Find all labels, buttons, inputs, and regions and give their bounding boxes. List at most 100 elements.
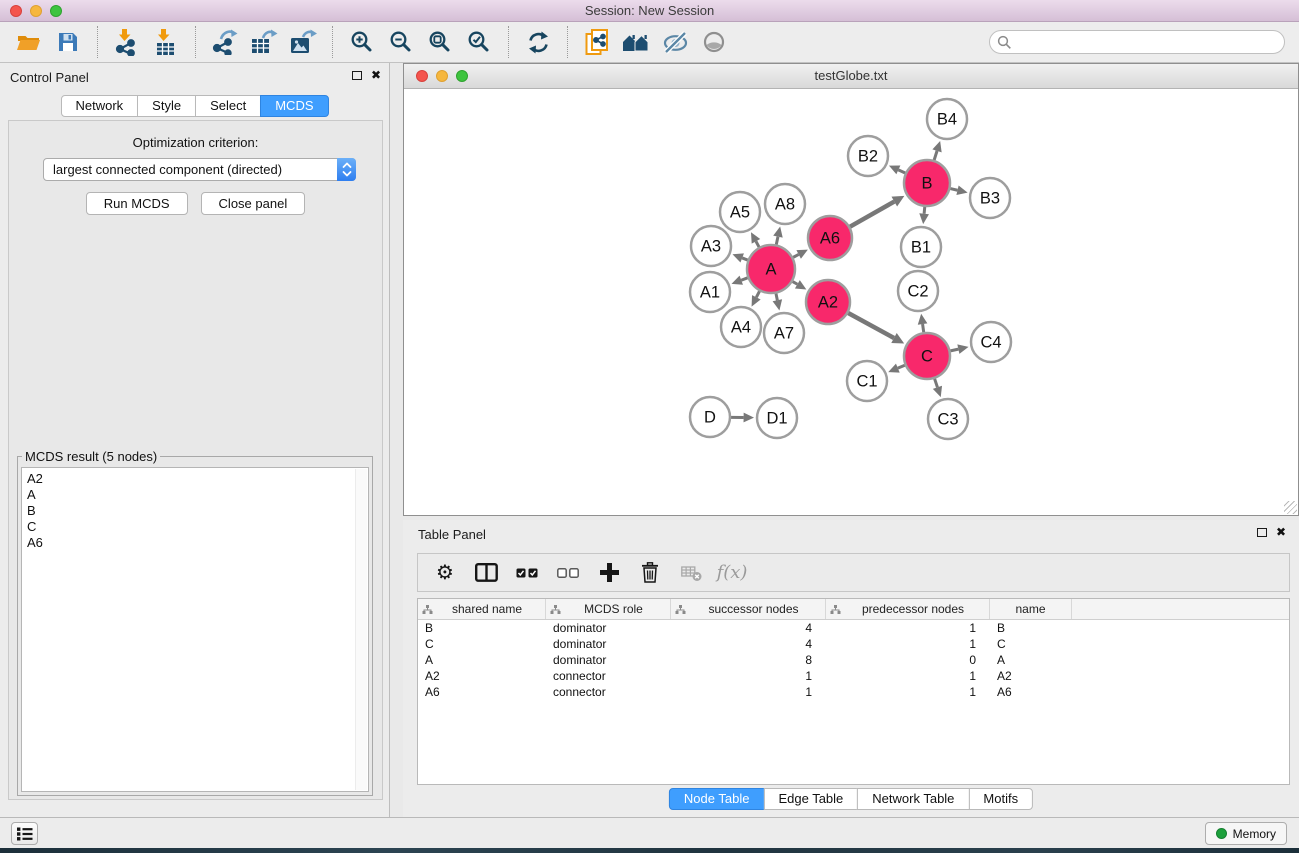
close-table-panel-icon[interactable]: ✖	[1276, 526, 1286, 538]
graph-edge-A-A6[interactable]	[793, 254, 799, 257]
tab-edge-table[interactable]: Edge Table	[763, 788, 858, 810]
table-cell[interactable]: A	[990, 652, 1072, 668]
network-window-titlebar[interactable]: testGlobe.txt	[404, 64, 1298, 89]
graph-edge-B-B2[interactable]	[898, 170, 905, 173]
table-row[interactable]: Bdominator41B	[418, 620, 1289, 636]
table-cell[interactable]: 1	[826, 684, 990, 700]
graph-edge-A-A8[interactable]	[776, 237, 778, 245]
mcds-result-item[interactable]: A2	[27, 471, 368, 487]
close-window-button[interactable]	[10, 5, 22, 17]
memory-button[interactable]: Memory	[1205, 822, 1287, 845]
graph-edge-C-C1[interactable]	[898, 365, 905, 368]
tab-network-table[interactable]: Network Table	[857, 788, 969, 810]
network-graph[interactable]: B4B2BB3B1A5A8A3A6AA1C2A4A7A2CC4C1C3DD1	[404, 89, 1298, 515]
graph-edge-B-B3[interactable]	[950, 189, 957, 191]
table-row[interactable]: Cdominator41C	[418, 636, 1289, 652]
table-cell[interactable]: A2	[990, 668, 1072, 684]
show-view-button[interactable]	[699, 26, 729, 58]
table-cell[interactable]: connector	[546, 668, 671, 684]
table-cell[interactable]: A2	[418, 668, 546, 684]
table-cell[interactable]: dominator	[546, 636, 671, 652]
tab-style[interactable]: Style	[137, 95, 196, 117]
graph-edge-A2-C[interactable]	[848, 313, 894, 338]
import-table-button[interactable]	[151, 26, 181, 58]
hide-glyphs-button[interactable]	[660, 26, 690, 58]
table-row[interactable]: A6connector11A6	[418, 684, 1289, 700]
table-cell[interactable]: 8	[671, 652, 826, 668]
refresh-button[interactable]	[523, 26, 553, 58]
new-network-from-file-button[interactable]	[582, 26, 612, 58]
run-mcds-button[interactable]: Run MCDS	[86, 192, 188, 215]
column-header-successor-nodes[interactable]: successor nodes	[671, 599, 826, 619]
export-image-button[interactable]	[288, 26, 318, 58]
table-settings-button[interactable]: ⚙	[432, 560, 458, 586]
column-header-mcds-role[interactable]: MCDS role	[546, 599, 671, 619]
table-cell[interactable]: 4	[671, 636, 826, 652]
graph-edge-B-B4[interactable]	[934, 151, 937, 160]
list-scrollbar[interactable]	[355, 469, 367, 790]
table-cell[interactable]: A	[418, 652, 546, 668]
column-header-predecessor-nodes[interactable]: predecessor nodes	[826, 599, 990, 619]
tab-network[interactable]: Network	[60, 95, 138, 117]
graph-edge-A-A7[interactable]	[776, 293, 777, 300]
network-canvas[interactable]: B4B2BB3B1A5A8A3A6AA1C2A4A7A2CC4C1C3DD1	[404, 89, 1298, 515]
mcds-result-list[interactable]: A2ABCA6	[21, 467, 369, 792]
table-cell[interactable]: 1	[826, 636, 990, 652]
mcds-result-item[interactable]: A6	[27, 535, 368, 551]
table-cell[interactable]: 1	[826, 668, 990, 684]
graph-edge-B-B1[interactable]	[924, 207, 925, 214]
zoom-window-button[interactable]	[50, 5, 62, 17]
mcds-result-item[interactable]: B	[27, 503, 368, 519]
zoom-network-window-button[interactable]	[456, 70, 468, 82]
table-cell[interactable]: 1	[671, 668, 826, 684]
deselect-all-button[interactable]	[555, 560, 581, 586]
table-cell[interactable]: dominator	[546, 620, 671, 636]
criterion-dropdown[interactable]: largest connected component (directed)	[43, 158, 356, 181]
open-session-button[interactable]	[14, 26, 44, 58]
graph-edge-C-C4[interactable]	[950, 349, 958, 351]
table-row[interactable]: Adominator80A	[418, 652, 1289, 668]
column-header-shared-name[interactable]: shared name	[418, 599, 546, 619]
graph-edge-A-A1[interactable]	[741, 278, 747, 280]
table-cell[interactable]: A6	[418, 684, 546, 700]
column-header-name[interactable]: name	[990, 599, 1072, 619]
resize-grip[interactable]	[1284, 501, 1297, 514]
graph-edge-A-A4[interactable]	[756, 291, 759, 297]
save-session-button[interactable]	[53, 26, 83, 58]
minimize-network-window-button[interactable]	[436, 70, 448, 82]
search-input[interactable]	[1012, 32, 1277, 52]
graph-edge-A-A2[interactable]	[793, 282, 798, 285]
minimize-window-button[interactable]	[30, 5, 42, 17]
home-view-button[interactable]	[621, 26, 651, 58]
table-cell[interactable]: A6	[990, 684, 1072, 700]
task-history-button[interactable]	[11, 822, 38, 845]
show-columns-button[interactable]	[473, 560, 499, 586]
select-all-button[interactable]	[514, 560, 540, 586]
table-cell[interactable]: connector	[546, 684, 671, 700]
export-table-button[interactable]	[249, 26, 279, 58]
float-panel-icon[interactable]	[352, 71, 362, 80]
graph-edge-A-A5[interactable]	[756, 241, 759, 247]
close-panel-button[interactable]: Close panel	[201, 192, 306, 215]
float-table-panel-icon[interactable]	[1257, 528, 1267, 537]
import-network-button[interactable]	[112, 26, 142, 58]
mcds-result-item[interactable]: C	[27, 519, 368, 535]
zoom-out-button[interactable]	[386, 26, 416, 58]
delete-column-button[interactable]	[637, 560, 663, 586]
tab-node-table[interactable]: Node Table	[669, 788, 765, 810]
table-cell[interactable]: B	[990, 620, 1072, 636]
graph-edge-C-C3[interactable]	[935, 379, 938, 388]
table-cell[interactable]: C	[418, 636, 546, 652]
table-cell[interactable]: dominator	[546, 652, 671, 668]
tab-motifs[interactable]: Motifs	[968, 788, 1033, 810]
close-network-window-button[interactable]	[416, 70, 428, 82]
zoom-selected-button[interactable]	[464, 26, 494, 58]
graph-edge-C-C2[interactable]	[923, 324, 924, 332]
table-cell[interactable]: B	[418, 620, 546, 636]
search-box[interactable]	[989, 30, 1285, 54]
zoom-fit-button[interactable]	[425, 26, 455, 58]
tab-select[interactable]: Select	[195, 95, 261, 117]
table-cell[interactable]: 1	[671, 684, 826, 700]
close-panel-icon[interactable]: ✖	[371, 69, 381, 81]
mcds-result-item[interactable]: A	[27, 487, 368, 503]
